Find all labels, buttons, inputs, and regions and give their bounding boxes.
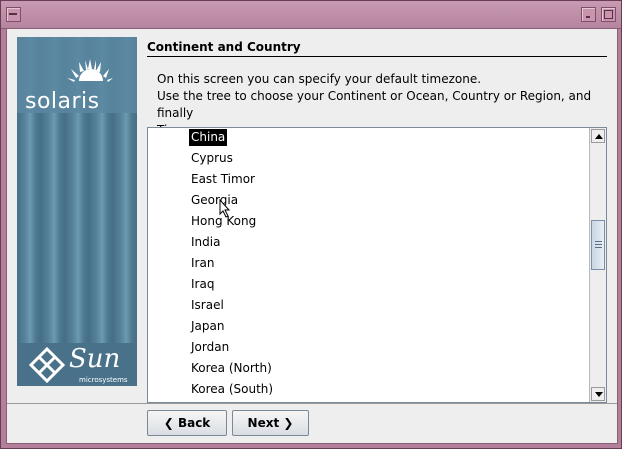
tree-item-japan[interactable]: Japan: [189, 318, 226, 335]
mouse-pointer-icon: [219, 199, 231, 218]
solaris-wordmark: solaris: [25, 89, 100, 114]
maximize-button[interactable]: [601, 7, 616, 22]
chevron-left-icon: ❮: [163, 416, 174, 430]
sun-wordmark: Sun: [69, 344, 121, 374]
title-bar[interactable]: [1, 1, 621, 29]
tree-item-cyprus[interactable]: Cyprus: [189, 150, 235, 167]
tree-item-israel[interactable]: Israel: [189, 297, 226, 314]
installer-window: solaris Sun microsystems Continent and C…: [0, 0, 622, 449]
page-title: Continent and Country: [147, 40, 301, 54]
tree-item-korea-north[interactable]: Korea (North): [189, 360, 274, 377]
chevron-right-icon: ❯: [283, 416, 294, 430]
vertical-scrollbar[interactable]: [589, 128, 606, 402]
arrow-down-icon: [595, 392, 603, 397]
next-button-label: Next: [247, 416, 280, 430]
heading-divider: [147, 56, 607, 57]
tree-item-china[interactable]: China: [189, 129, 228, 146]
scroll-thumb[interactable]: [591, 220, 605, 270]
tree-item-east-timor[interactable]: East Timor: [189, 171, 257, 188]
grip-line: [595, 247, 602, 248]
minimize-icon: [586, 16, 590, 18]
maximize-icon: [604, 10, 613, 19]
sun-rays-icon: [67, 59, 113, 82]
tree-item-iraq[interactable]: Iraq: [189, 276, 216, 293]
instruction-line-1: On this screen you can specify your defa…: [157, 72, 482, 86]
solaris-logo-area: solaris: [17, 37, 137, 114]
tree-item-korea-south[interactable]: Korea (South): [189, 381, 275, 398]
footer-divider: [7, 403, 617, 404]
tree-item-jordan[interactable]: Jordan: [189, 339, 231, 356]
menu-icon: [9, 13, 17, 15]
instruction-line-2: Use the tree to choose your Continent or…: [157, 89, 592, 120]
sun-logo-icon: [28, 346, 66, 384]
next-button[interactable]: Next ❯: [232, 410, 309, 436]
wizard-panel: solaris Sun microsystems Continent and C…: [6, 28, 618, 444]
grip-line: [595, 244, 602, 245]
branding-sidebar: solaris Sun microsystems: [17, 37, 137, 386]
arrow-up-icon: [595, 134, 603, 139]
timezone-tree[interactable]: China Cyprus East Timor Georgia Hong Kon…: [147, 127, 607, 403]
scroll-down-button[interactable]: [591, 387, 605, 401]
tree-item-india[interactable]: India: [189, 234, 222, 251]
scroll-up-button[interactable]: [591, 129, 605, 143]
tree-item-iran[interactable]: Iran: [189, 255, 216, 272]
grip-line: [595, 241, 602, 242]
back-button-label: Back: [177, 416, 211, 430]
minimize-button[interactable]: [581, 7, 596, 22]
microsystems-text: microsystems: [79, 376, 128, 384]
back-button[interactable]: ❮ Back: [147, 410, 227, 436]
window-menu-button[interactable]: [6, 7, 21, 22]
tree-item-georgia[interactable]: Georgia: [189, 192, 240, 209]
